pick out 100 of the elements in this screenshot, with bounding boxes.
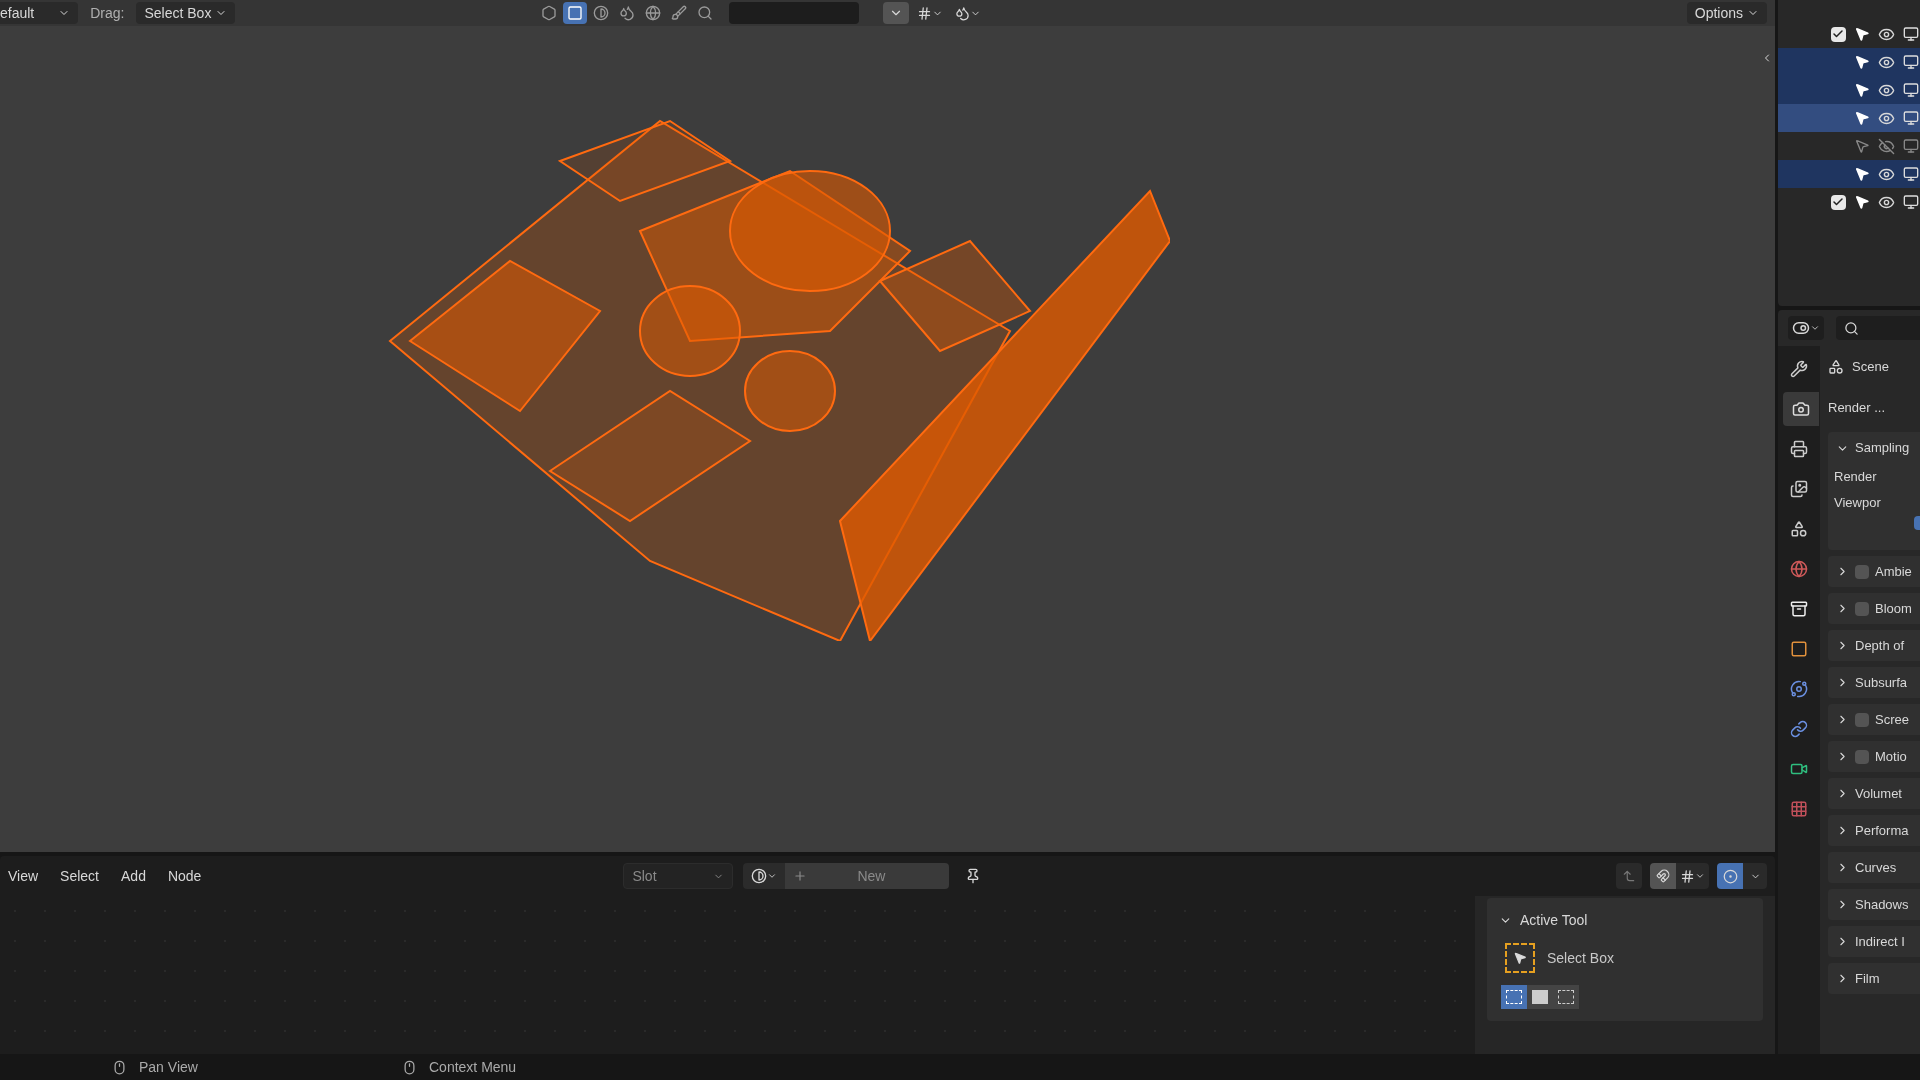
editor-type-dropdown[interactable]: [1788, 316, 1824, 340]
half-circle-icon: [593, 5, 610, 21]
tool-name: Select Box: [1547, 948, 1614, 968]
collapsed-panel[interactable]: Scree: [1828, 704, 1920, 735]
mouse-icon: [402, 1059, 417, 1075]
arrow-icon[interactable]: [1854, 54, 1870, 70]
checkbox[interactable]: [1855, 564, 1869, 579]
brush-icon: [671, 5, 688, 21]
mode-dropdown[interactable]: efault: [0, 2, 79, 24]
search-field[interactable]: [1836, 316, 1920, 340]
collapsed-panel[interactable]: Bloom: [1828, 593, 1920, 624]
arrow-icon[interactable]: [1854, 166, 1870, 182]
collapsed-panel[interactable]: Indirect I: [1828, 926, 1920, 957]
link-icon: [1790, 720, 1808, 738]
hexagon-icon: [541, 5, 558, 21]
collapsed-panel[interactable]: Volumet: [1828, 778, 1920, 809]
checkbox[interactable]: [1830, 26, 1846, 42]
arrow-icon[interactable]: [1854, 82, 1870, 98]
toolbar-button[interactable]: [563, 2, 588, 24]
arrow-icon[interactable]: [1854, 26, 1870, 42]
parent-button[interactable]: [1616, 863, 1642, 889]
collapsed-panel[interactable]: Depth of: [1828, 630, 1920, 661]
arrow-icon[interactable]: [1854, 110, 1870, 126]
properties-tab[interactable]: [1783, 392, 1819, 426]
collapsed-panel[interactable]: Film: [1828, 963, 1920, 994]
menu-item[interactable]: Select: [60, 865, 99, 887]
archive-icon: [1790, 600, 1808, 618]
snap-dropdown[interactable]: [1676, 863, 1709, 889]
checkbox[interactable]: [1855, 601, 1869, 616]
grid-icon: [1680, 868, 1695, 884]
plus-icon: [793, 869, 808, 883]
scene-name: Scene: [1852, 358, 1889, 377]
collapsed-panel[interactable]: Curves: [1828, 852, 1920, 883]
magnet-icon: [1656, 869, 1670, 883]
droplets-icon: [619, 5, 636, 21]
monitor-icon[interactable]: [1903, 166, 1919, 182]
search-icon: [697, 5, 714, 21]
eye-closed-icon[interactable]: [1878, 137, 1895, 155]
wrench-icon: [1790, 360, 1808, 378]
camera-icon: [1792, 400, 1810, 418]
menu-item[interactable]: Node: [167, 865, 202, 887]
mode-button[interactable]: [1501, 985, 1527, 1009]
chevron-icon: [1695, 871, 1705, 881]
monitor-icon[interactable]: [1903, 26, 1919, 42]
render-engine-label: Render ...: [1828, 399, 1886, 418]
collapsed-panel[interactable]: Shadows: [1828, 889, 1920, 920]
check-icon: [1832, 196, 1844, 208]
slot-dropdown[interactable]: Slot: [623, 863, 734, 889]
mode-button[interactable]: [1527, 985, 1553, 1009]
panel-header[interactable]: Sampling: [1828, 432, 1910, 464]
half-circle-icon: [751, 868, 768, 884]
overlay-button[interactable]: [883, 2, 910, 24]
overlay-button[interactable]: [1717, 863, 1743, 889]
options-dropdown[interactable]: Options: [1686, 2, 1767, 24]
mode-button[interactable]: [1553, 985, 1579, 1009]
outliner-row[interactable]: [1778, 160, 1920, 188]
outliner-row[interactable]: [1778, 104, 1920, 132]
field-label: Render: [1834, 468, 1877, 487]
collapsed-panel[interactable]: Motio: [1828, 741, 1920, 772]
check-icon: [1832, 28, 1844, 40]
drag-dropdown[interactable]: Select Box: [136, 2, 236, 24]
menu-item[interactable]: View: [8, 865, 39, 887]
snap-button[interactable]: [1650, 863, 1676, 889]
shapes-icon: [1790, 520, 1808, 538]
chevron-icon: [767, 871, 778, 881]
printer-icon: [1790, 440, 1808, 458]
material-dropdown[interactable]: [743, 863, 786, 889]
search-field[interactable]: [729, 2, 860, 24]
drag-label: Drag:: [90, 3, 125, 23]
square-icon: [1790, 640, 1808, 658]
monitor-icon[interactable]: [1903, 110, 1919, 126]
checkbox[interactable]: [1830, 194, 1846, 210]
mouse-icon: [112, 1059, 127, 1075]
chevron-icon: [1810, 323, 1820, 333]
collapsed-panel[interactable]: Performa: [1828, 815, 1920, 846]
collapsed-panel[interactable]: Ambie: [1828, 556, 1920, 587]
status-hint: Context Menu: [429, 1057, 517, 1077]
search-icon: [1844, 320, 1859, 336]
checkbox[interactable]: [1855, 749, 1869, 764]
arrow-icon: [1622, 869, 1636, 883]
shapes-icon: [1828, 359, 1844, 375]
monitor-icon[interactable]: [1903, 194, 1919, 210]
outliner-row[interactable]: [1778, 76, 1920, 104]
globe-icon: [1790, 560, 1808, 578]
monitor-icon[interactable]: [1903, 54, 1919, 70]
images-icon: [1790, 480, 1808, 498]
select-box-icon: [1505, 943, 1535, 973]
collapsed-panel[interactable]: Subsurfa: [1828, 667, 1920, 698]
checker-icon: [1790, 800, 1808, 818]
arrow-icon[interactable]: [1854, 194, 1870, 210]
monitor-icon[interactable]: [1903, 82, 1919, 98]
checkbox[interactable]: [1914, 516, 1920, 530]
menu-item[interactable]: Add: [121, 865, 146, 887]
outliner-row[interactable]: [1778, 48, 1920, 76]
globe-icon: [645, 5, 662, 21]
status-hint: Pan View: [139, 1057, 198, 1077]
panel-header[interactable]: Active Tool: [1499, 910, 1751, 931]
orbit-icon: [1790, 680, 1808, 698]
square-icon: [567, 5, 584, 21]
checkbox[interactable]: [1855, 712, 1869, 727]
